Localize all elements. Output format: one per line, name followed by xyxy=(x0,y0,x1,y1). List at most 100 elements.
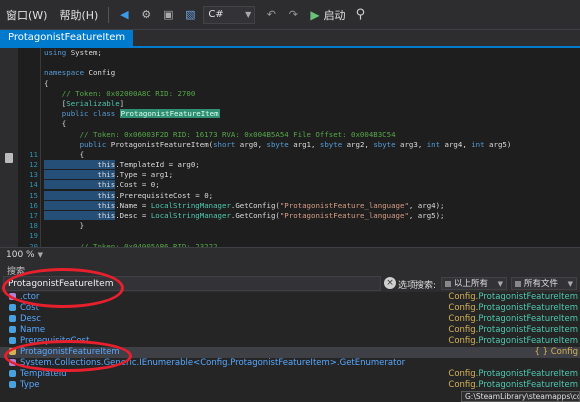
field-icon xyxy=(9,381,16,388)
start-button-label: 启动 xyxy=(323,8,346,22)
result-type: ProtagonistFeatureItem xyxy=(478,303,578,313)
line-number xyxy=(18,48,38,58)
line-number xyxy=(18,89,38,99)
code-line[interactable]: namespace Config xyxy=(44,68,580,78)
code-token: int xyxy=(471,139,490,149)
line-number xyxy=(18,99,38,109)
clear-search-icon[interactable]: × xyxy=(384,277,396,289)
code-token: Config xyxy=(88,68,116,78)
chevron-down-icon: ▼ xyxy=(245,9,252,19)
code-line[interactable]: this.TemplateId = arg0; xyxy=(44,160,580,170)
files-select-value: 所有文件 xyxy=(524,279,559,289)
code-token: arg1, xyxy=(293,139,320,149)
new-file-icon[interactable]: ▣ xyxy=(160,7,176,23)
code-line[interactable]: [Serializable] xyxy=(44,99,580,109)
toolbar-separator xyxy=(108,6,110,23)
code-token: GetConfig( xyxy=(235,200,280,210)
undo-icon[interactable]: ↶ xyxy=(263,7,279,23)
result-name: Desc xyxy=(20,314,41,324)
code-token: namespace xyxy=(44,68,89,78)
code-token: .Name = xyxy=(115,200,151,210)
code-line[interactable]: { xyxy=(44,150,580,160)
result-location: Config.ProtagonistFeatureItem xyxy=(448,314,578,325)
code-line[interactable] xyxy=(44,58,580,68)
code-token: System; xyxy=(70,48,102,57)
result-type: ProtagonistFeatureItem xyxy=(478,336,578,346)
document-tabstrip: ProtagonistFeatureItem xyxy=(0,30,580,48)
code-line[interactable] xyxy=(44,231,580,241)
code-token: // Token: 0x02000A8C RID: 2700 xyxy=(44,88,196,98)
bookmark-icon xyxy=(5,153,13,163)
back-icon[interactable]: ◀ xyxy=(116,7,132,23)
code-token: arg3, xyxy=(400,139,427,149)
code-line[interactable]: using System; xyxy=(44,48,580,58)
code-token: short xyxy=(213,139,240,149)
menu-window[interactable]: 窗口(W) xyxy=(0,7,53,23)
result-location: Config.ProtagonistFeatureItem xyxy=(448,369,578,380)
code-line[interactable]: this.Desc = LocalStringManager.GetConfig… xyxy=(44,211,580,221)
settings-icon[interactable]: ⚙ xyxy=(138,7,154,23)
tab-protagonistfeatureitem[interactable]: ProtagonistFeatureItem xyxy=(0,30,134,46)
code-token: sbyte xyxy=(319,139,347,149)
options-label[interactable]: 选项 xyxy=(398,278,416,291)
result-name: Name xyxy=(20,325,46,335)
line-number: 16 xyxy=(29,200,38,210)
code-token: ProtagonistFeatureItem( xyxy=(110,139,214,149)
menu-help[interactable]: 帮助(H) xyxy=(53,7,104,23)
chevron-down-icon: ▼ xyxy=(567,280,573,288)
search-result-row[interactable]: Desc Config.ProtagonistFeatureItem xyxy=(0,314,580,325)
code-token: this xyxy=(44,170,116,180)
scope-label: 搜索: xyxy=(415,281,437,291)
code-token: int xyxy=(426,139,445,149)
code-token: { xyxy=(44,119,67,129)
code-token: "ProtagonistFeature_language" xyxy=(279,200,409,210)
scope-select[interactable]: 以上所有 ▼ xyxy=(441,277,507,290)
line-number xyxy=(18,68,38,78)
code-token: [ xyxy=(44,98,67,108)
zoom-level[interactable]: 100 % xyxy=(6,250,35,260)
code-line[interactable]: // Token: 0x02000A8C RID: 2700 xyxy=(44,89,580,99)
code-line[interactable]: // Token: 0x06003F2D RID: 16173 RVA: 0x0… xyxy=(44,130,580,140)
code-line[interactable]: this.Type = arg1; xyxy=(44,170,580,180)
annotation-ellipse-result xyxy=(4,340,132,372)
line-number: 17 xyxy=(29,211,38,220)
save-icon[interactable]: ▧ xyxy=(182,7,198,23)
search-result-row[interactable]: Name Config.ProtagonistFeatureItem xyxy=(0,325,580,336)
code-token: { xyxy=(44,78,49,88)
path-tooltip: G:\SteamLibrary\steamapps\commo xyxy=(461,391,580,402)
result-namespace: Config. xyxy=(448,325,479,335)
code-line[interactable]: this.Name = LocalStringManager.GetConfig… xyxy=(44,200,580,211)
code-line[interactable]: this.PrerequisiteCost = 0; xyxy=(44,190,580,201)
code-line[interactable]: } xyxy=(44,221,580,231)
code-token: GetConfig( xyxy=(235,211,280,220)
language-select[interactable]: C# ▼ xyxy=(203,5,256,24)
code-line[interactable]: public ProtagonistFeatureItem(short arg0… xyxy=(44,140,580,150)
code-line[interactable]: { xyxy=(44,119,580,129)
result-type: ProtagonistFeatureItem xyxy=(478,369,578,379)
code-token: .Desc = xyxy=(115,211,151,220)
search-icon[interactable]: ⚲ xyxy=(356,7,366,22)
line-number xyxy=(18,119,38,129)
line-number: 13 xyxy=(29,170,38,180)
code-token: arg4, xyxy=(444,139,472,149)
chevron-down-icon[interactable]: ▼ xyxy=(38,251,43,259)
files-select[interactable]: 所有文件 ▼ xyxy=(511,277,577,290)
line-numbers: 1112131415161718192021222324 xyxy=(18,48,38,247)
field-icon xyxy=(9,304,16,311)
code-editor[interactable]: 1112131415161718192021222324 using Syste… xyxy=(0,48,580,247)
start-button[interactable]: ▶ 启动 xyxy=(310,7,345,23)
code-line[interactable]: this.Cost = 0; xyxy=(44,180,580,190)
result-namespace: Config. xyxy=(448,303,479,313)
outline-guide xyxy=(40,48,41,247)
code-line[interactable]: public class ProtagonistFeatureItem xyxy=(44,109,580,119)
code-token: using xyxy=(44,48,71,57)
play-icon: ▶ xyxy=(310,7,320,22)
result-location: Config.ProtagonistFeatureItem xyxy=(448,336,578,347)
field-icon xyxy=(9,326,16,333)
search-result-row[interactable]: Type Config.ProtagonistFeatureItem xyxy=(0,380,580,391)
result-type: ProtagonistFeatureItem xyxy=(478,314,578,324)
redo-icon[interactable]: ↷ xyxy=(285,7,301,23)
result-location: { } Config xyxy=(535,347,579,358)
code-line[interactable]: { xyxy=(44,79,580,89)
annotation-ellipse-search xyxy=(2,268,124,308)
